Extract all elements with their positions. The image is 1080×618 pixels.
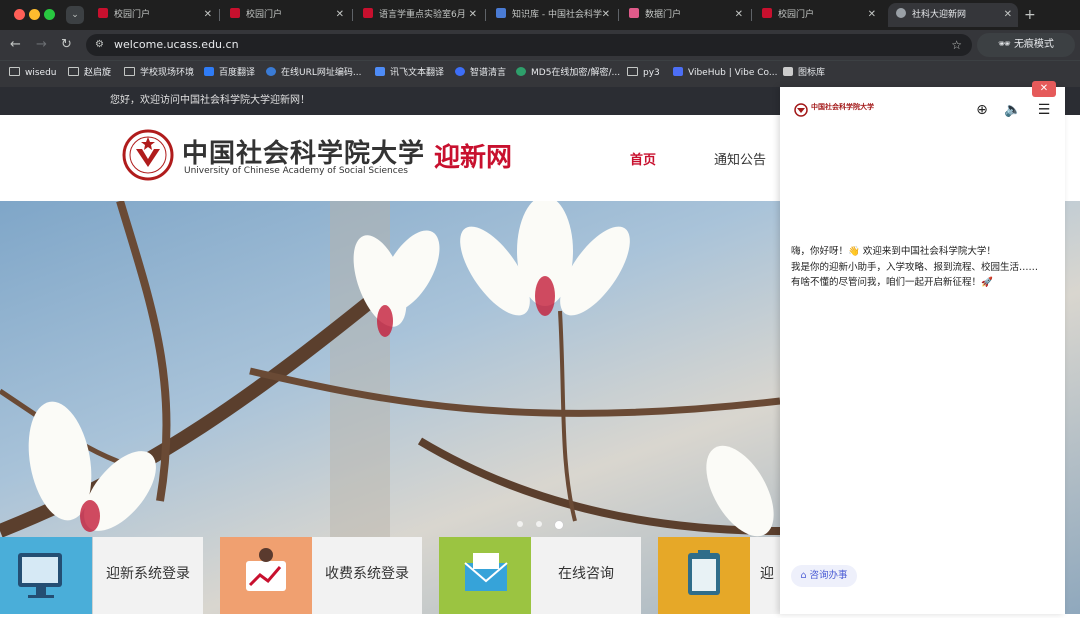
tab-close-icon[interactable]: ✕ [868, 3, 876, 27]
address-bar[interactable]: ⚙ welcome.ucass.edu.cn ☆ [86, 34, 972, 56]
tab-3[interactable]: 知识库 - 中国社会科学 ✕ [488, 3, 616, 27]
bookmark-item[interactable]: 百度翻译 [204, 61, 255, 85]
chat-icon [375, 67, 385, 76]
back-icon[interactable]: ← [10, 35, 21, 55]
chat-logo-emblem-icon [794, 103, 808, 117]
bookmark-item[interactable]: 讯飞文本翻译 [375, 61, 444, 85]
monitor-icon[interactable] [0, 537, 92, 614]
bookmark-item[interactable]: VibeHub | Vibe Co... [673, 61, 777, 85]
nav-notices[interactable]: 通知公告 [714, 149, 766, 168]
translate-icon [204, 67, 214, 76]
tab-4[interactable]: 数据门户 ✕ [621, 3, 749, 27]
bookmark-item[interactable]: 图标库 [783, 61, 825, 85]
bookmark-item[interactable]: py3 [627, 61, 660, 85]
new-tab-icon[interactable]: + [1024, 3, 1036, 27]
tab-close-icon[interactable]: ✕ [469, 3, 477, 27]
speaker-icon[interactable]: 🔈 [1004, 101, 1022, 119]
bookmark-item[interactable]: 学校现场环境 [124, 61, 194, 85]
payment-login-tile[interactable]: 收费系统登录 [312, 537, 422, 614]
chat-logo-text: 中国社会科学院大学 [811, 103, 874, 111]
tab-favicon-icon [98, 8, 108, 18]
toolbar: ← → ↻ ⚙ welcome.ucass.edu.cn ☆ 🕶 无痕模式 [0, 30, 1080, 60]
tab-favicon-icon [496, 8, 506, 18]
tab-close-icon[interactable]: ✕ [336, 3, 344, 27]
tab-2[interactable]: 语言学重点实验室6月 ✕ [355, 3, 483, 27]
enrollment-login-tile[interactable]: 迎新系统登录 [93, 537, 203, 614]
bookmark-item[interactable]: 在线URL网址编码... [266, 61, 361, 85]
logo-english: University of Chinese Academy of Social … [184, 166, 408, 176]
chart-icon[interactable] [220, 537, 312, 614]
browser-chrome: ⌄ 校园门户 ✕ 校园门户 ✕ 语言学重点实验室6月 ✕ 知识库 - 中国社会科学 ✕ … [0, 0, 1080, 87]
close-window-icon[interactable] [14, 9, 25, 20]
vibe-icon [673, 67, 683, 76]
tab-search-icon[interactable]: ⌄ [66, 6, 84, 24]
tab-favicon-icon [629, 8, 639, 18]
tab-bar: ⌄ 校园门户 ✕ 校园门户 ✕ 语言学重点实验室6月 ✕ 知识库 - 中国社会科学 ✕ … [0, 0, 1080, 30]
folder-icon [124, 67, 135, 76]
logo-suffix: 迎新网 [434, 143, 513, 173]
shield-icon [266, 67, 276, 76]
site-info-icon[interactable]: ⚙ [95, 34, 104, 56]
tab-favicon-icon [363, 8, 373, 18]
folder-icon [68, 67, 79, 76]
folder-icon [9, 67, 20, 76]
carousel-dot[interactable] [536, 521, 542, 527]
reload-icon[interactable]: ↻ [61, 35, 72, 55]
bookmark-item[interactable]: MD5在线加密/解密/... [516, 61, 620, 85]
tab-5[interactable]: 校园门户 ✕ [754, 3, 882, 27]
folder-icon [627, 67, 638, 76]
chat-intro: 我是你的迎新小助手，入学攻略、报到流程、校园生活…… [791, 261, 1039, 273]
bookmarks-bar: wisedu 赵启旋 学校现场环境 百度翻译 在线URL网址编码... 讯飞文本… [0, 60, 1080, 87]
incognito-button[interactable]: 🕶 无痕模式 [977, 33, 1075, 57]
headset-icon: ⌂ [800, 570, 810, 581]
tab-0[interactable]: 校园门户 ✕ [90, 3, 218, 27]
consult-button[interactable]: ⌂ 咨询办事 [791, 565, 857, 587]
incognito-icon: 🕶 [998, 39, 1014, 50]
chat-message: 嗨，你好呀！👋 欢迎来到中国社会科学院大学！ 我是你的迎新小助手，入学攻略、报到… [791, 244, 1061, 291]
chat-assistant-panel: 中国社会科学院大学 ✕ ⊕ 🔈 ☰ 嗨，你好呀！👋 欢迎来到中国社会科学院大学！… [780, 81, 1065, 614]
tab-favicon-icon [896, 8, 906, 18]
online-consult-tile[interactable]: 在线咨询 [531, 537, 641, 614]
tab-close-icon[interactable]: ✕ [602, 3, 610, 27]
forward-icon[interactable]: → [36, 35, 47, 55]
chat-prompt: 有啥不懂的尽管问我，咱们一起开启新征程！🚀 [791, 277, 993, 288]
minimize-window-icon[interactable] [29, 9, 40, 20]
tab-favicon-icon [762, 8, 772, 18]
university-emblem-icon [122, 129, 174, 181]
envelope-icon[interactable] [439, 537, 531, 614]
nav-home[interactable]: 首页 [630, 149, 656, 168]
image-icon [783, 67, 793, 76]
tab-6-active[interactable]: 社科大迎新网 ✕ [888, 3, 1018, 27]
welcome-text: 您好，欢迎访问中国社会科学院大学迎新网！ [110, 95, 310, 106]
bookmark-item[interactable]: 赵启旋 [68, 61, 111, 85]
tab-1[interactable]: 校园门户 ✕ [222, 3, 350, 27]
carousel-dot-active[interactable] [554, 520, 564, 530]
enrollment-tile[interactable]: 迎新 [750, 537, 780, 614]
clipboard-icon[interactable] [658, 537, 750, 614]
bookmark-item[interactable]: wisedu [9, 61, 57, 85]
gear-icon [516, 67, 526, 76]
tab-close-icon[interactable]: ✕ [204, 3, 212, 27]
bookmark-item[interactable]: 智谱清言 [455, 61, 506, 85]
url-text: welcome.ucass.edu.cn [114, 38, 239, 51]
menu-icon[interactable]: ☰ [1035, 101, 1053, 119]
carousel-dot[interactable] [517, 521, 523, 527]
tab-close-icon[interactable]: ✕ [1004, 3, 1012, 27]
new-chat-icon[interactable]: ⊕ [973, 101, 991, 119]
maximize-window-icon[interactable] [44, 9, 55, 20]
chat-close-button[interactable]: ✕ [1032, 81, 1056, 97]
chat-header: 中国社会科学院大学 ✕ ⊕ 🔈 ☰ [780, 81, 1065, 135]
bookmark-star-icon[interactable]: ☆ [951, 34, 962, 56]
tab-close-icon[interactable]: ✕ [735, 3, 743, 27]
chat-greeting: 嗨，你好呀！👋 欢迎来到中国社会科学院大学！ [791, 246, 996, 257]
zhipu-icon [455, 67, 465, 76]
logo-chinese: 中国社会科学院大学 [182, 139, 426, 169]
tab-favicon-icon [230, 8, 240, 18]
